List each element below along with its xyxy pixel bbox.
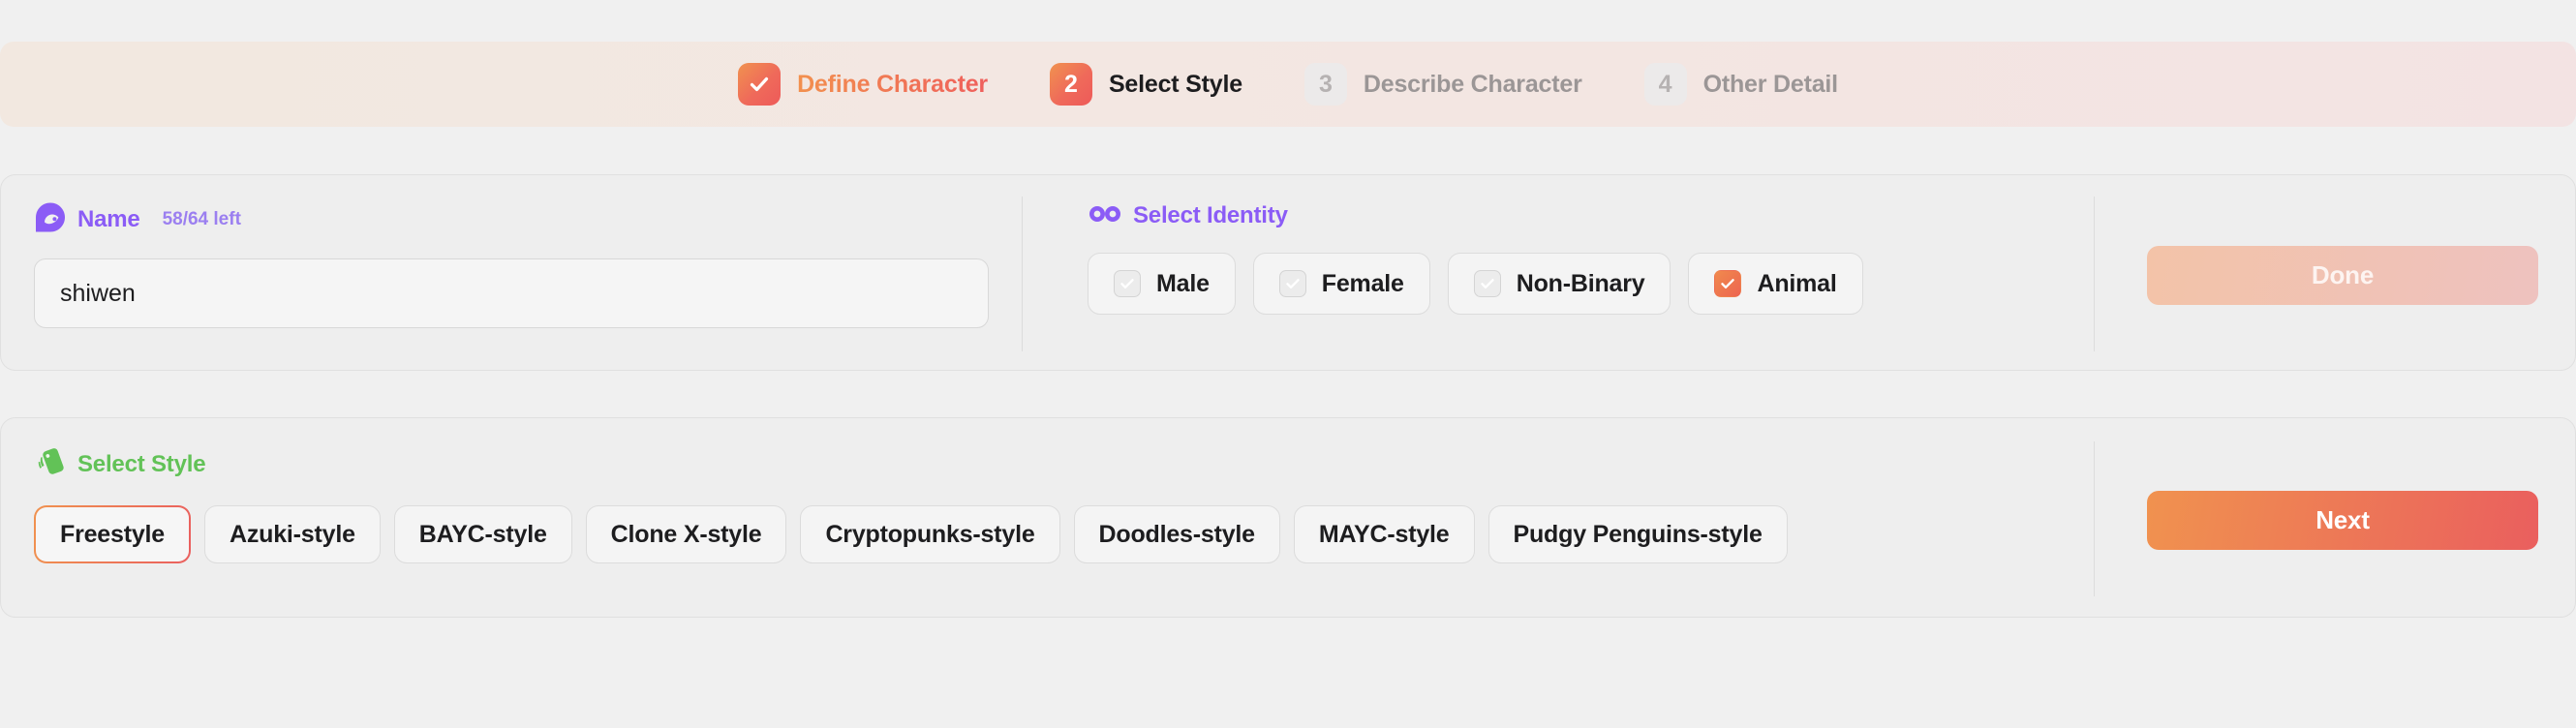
infinity-icon	[1089, 205, 1120, 228]
name-label: Name	[77, 206, 140, 233]
checkbox-icon[interactable]	[1279, 270, 1306, 297]
style-chip-azuki-style[interactable]: Azuki-style	[204, 505, 381, 563]
identity-header: Select Identity	[1089, 202, 1863, 229]
name-input[interactable]	[34, 258, 989, 328]
style-chip-list: FreestyleAzuki-styleBAYC-styleClone X-st…	[34, 505, 1788, 563]
name-counter: 58/64 left	[163, 209, 241, 230]
step-3[interactable]: 3 Describe Character	[1304, 63, 1582, 106]
card-divider-right	[2094, 197, 2095, 351]
stepper-header: Define Character 2 Select Style 3 Describe C…	[0, 42, 2576, 127]
style-card-divider	[2094, 441, 2095, 596]
identity-option-label: Non-Binary	[1517, 270, 1645, 298]
checkbox-checked-icon[interactable]	[1714, 270, 1741, 297]
checkbox-icon[interactable]	[1474, 270, 1501, 297]
step-number-badge: 2	[1050, 63, 1092, 106]
style-chip-doodles-style[interactable]: Doodles-style	[1074, 505, 1280, 563]
identity-option-label: Female	[1322, 270, 1404, 298]
name-block: Name 58/64 left	[34, 202, 983, 328]
style-chip-clone-x-style[interactable]: Clone X-style	[586, 505, 787, 563]
step-2[interactable]: 2 Select Style	[1050, 63, 1242, 106]
style-chip-mayc-style[interactable]: MAYC-style	[1294, 505, 1475, 563]
check-icon	[738, 63, 781, 106]
step-label: Describe Character	[1364, 71, 1582, 99]
next-button[interactable]: Next	[2147, 491, 2538, 550]
style-label: Select Style	[77, 451, 205, 478]
avatar-icon	[36, 202, 65, 237]
style-chip-freestyle[interactable]: Freestyle	[34, 505, 191, 563]
style-block: Select Style FreestyleAzuki-styleBAYC-st…	[34, 447, 1788, 563]
character-creator-page: Define Character 2 Select Style 3 Describe C…	[0, 0, 2576, 728]
identity-option-animal[interactable]: Animal	[1688, 253, 1862, 315]
style-card: Select Style FreestyleAzuki-styleBAYC-st…	[0, 417, 2576, 618]
step-label: Other Detail	[1703, 71, 1838, 99]
identity-option-list: Male Female Non-Binary Animal	[1088, 253, 1863, 315]
done-button[interactable]: Done	[2147, 246, 2538, 305]
style-header: Select Style	[36, 447, 1788, 482]
name-header: Name 58/64 left	[36, 202, 983, 237]
checkbox-icon[interactable]	[1114, 270, 1141, 297]
identity-option-female[interactable]: Female	[1253, 253, 1430, 315]
step-label: Define Character	[797, 71, 988, 99]
step-1[interactable]: Define Character	[738, 63, 988, 106]
style-chip-bayc-style[interactable]: BAYC-style	[394, 505, 572, 563]
tag-icon	[36, 447, 65, 482]
step-list: Define Character 2 Select Style 3 Describe C…	[738, 63, 1838, 106]
style-chip-cryptopunks-style[interactable]: Cryptopunks-style	[800, 505, 1059, 563]
step-4[interactable]: 4 Other Detail	[1644, 63, 1838, 106]
identity-block: Select Identity Male Female Non-Binary Anim…	[1088, 202, 1863, 315]
identity-card: Name 58/64 left Select Identity MaleFe	[0, 174, 2576, 371]
identity-option-male[interactable]: Male	[1088, 253, 1236, 315]
step-number-badge: 3	[1304, 63, 1347, 106]
identity-option-label: Male	[1156, 270, 1210, 298]
step-label: Select Style	[1109, 71, 1242, 99]
style-chip-pudgy-penguins-style[interactable]: Pudgy Penguins-style	[1488, 505, 1788, 563]
card-divider-left	[1022, 197, 1023, 351]
identity-option-non-binary[interactable]: Non-Binary	[1448, 253, 1671, 315]
identity-label: Select Identity	[1133, 202, 1288, 229]
identity-option-label: Animal	[1757, 270, 1836, 298]
step-number-badge: 4	[1644, 63, 1687, 106]
